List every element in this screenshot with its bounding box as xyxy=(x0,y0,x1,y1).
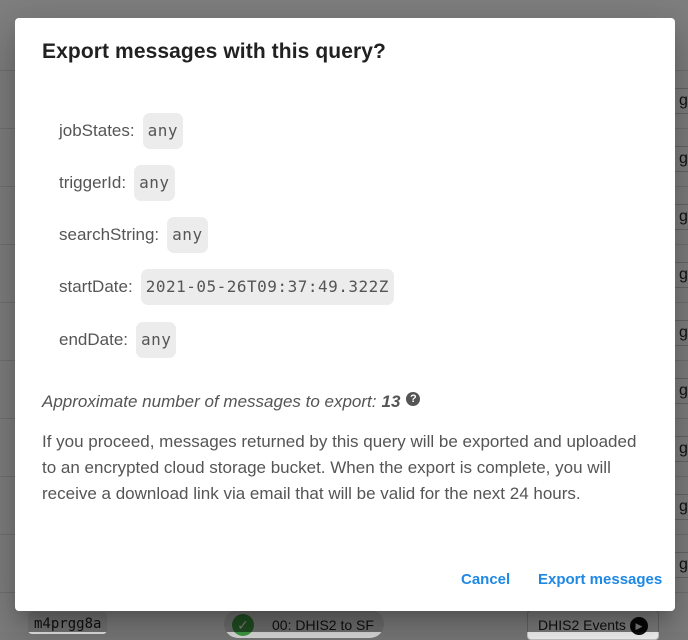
cancel-button[interactable]: Cancel xyxy=(461,571,510,588)
approx-count-line: Approximate number of messages to export… xyxy=(42,392,421,412)
export-description: If you proceed, messages returned by thi… xyxy=(42,432,637,503)
param-value: any xyxy=(167,217,208,253)
param-label: triggerId: xyxy=(59,173,127,192)
param-search-string: searchString: any xyxy=(59,217,208,253)
param-start-date: startDate: 2021-05-26T09:37:49.322Z xyxy=(59,269,394,305)
export-dialog: Export messages with this query? jobStat… xyxy=(15,18,675,611)
param-job-states: jobStates: any xyxy=(59,113,184,149)
approx-label: Approximate number of messages to export… xyxy=(42,392,377,411)
param-label: startDate: xyxy=(59,277,133,296)
help-icon[interactable]: ? xyxy=(406,392,421,406)
param-label: jobStates: xyxy=(59,121,135,140)
param-value: any xyxy=(134,165,175,201)
param-trigger-id: triggerId: any xyxy=(59,165,175,201)
dialog-title: Export messages with this query? xyxy=(42,40,386,63)
param-end-date: endDate: any xyxy=(59,322,177,358)
approx-count: 13 xyxy=(381,392,401,411)
param-label: endDate: xyxy=(59,330,128,349)
export-messages-button[interactable]: Export messages xyxy=(538,571,662,588)
param-label: searchString: xyxy=(59,225,160,244)
param-value: 2021-05-26T09:37:49.322Z xyxy=(140,269,394,305)
param-value: any xyxy=(142,113,184,149)
param-value: any xyxy=(136,322,177,358)
